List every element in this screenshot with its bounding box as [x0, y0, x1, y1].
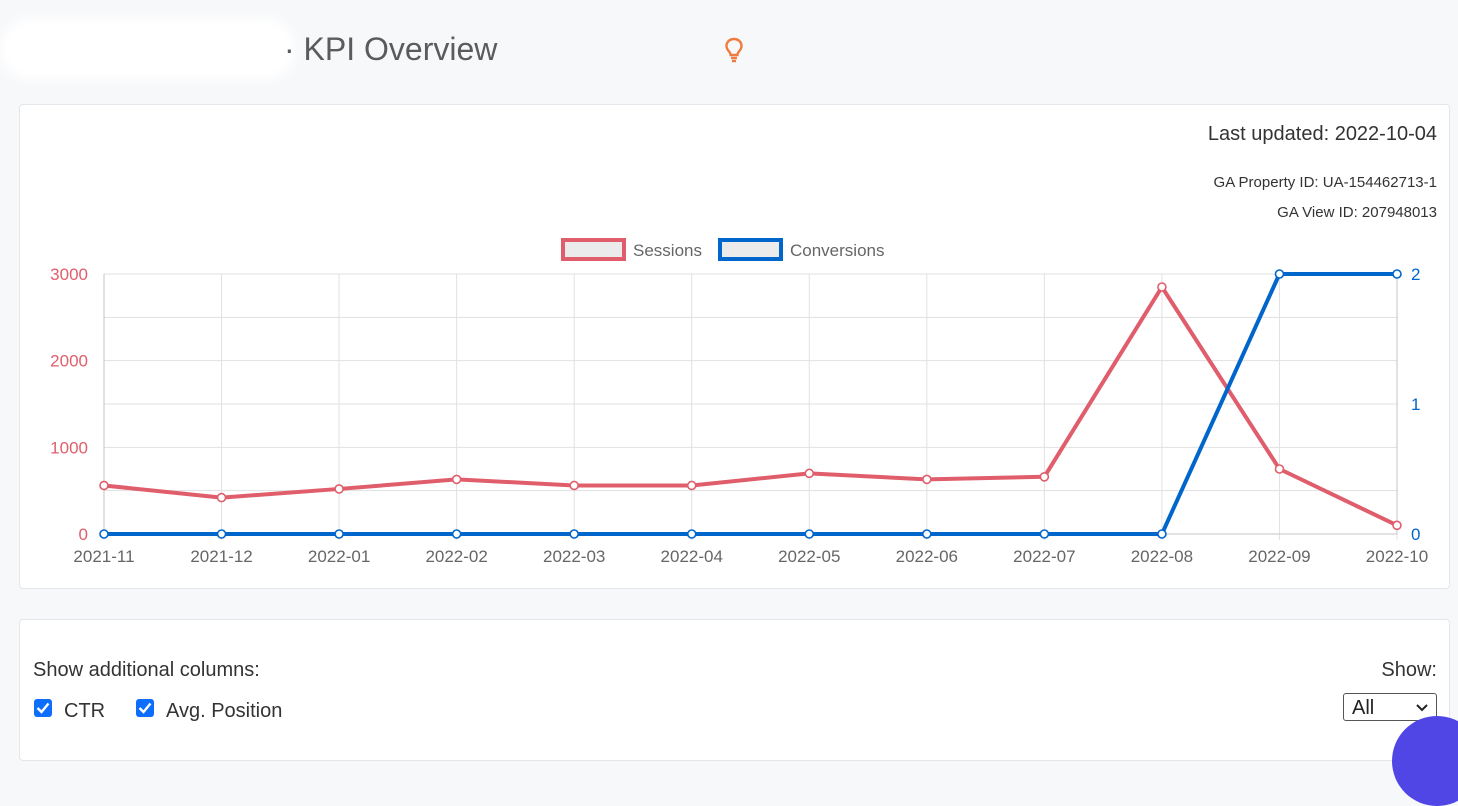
- ctr-label[interactable]: CTR: [64, 700, 105, 723]
- legend-swatch-conversions: [718, 238, 783, 261]
- y-left-tick-label: 0: [79, 525, 88, 544]
- data-point-sessions: [1274, 464, 1285, 474]
- y-right-tick-label: 0: [1411, 525, 1420, 544]
- data-point-conversions: [451, 529, 462, 539]
- data-point-sessions: [569, 480, 579, 491]
- y-right-tick-label: 1: [1411, 395, 1420, 414]
- filters-card: Show additional columns: CTR Avg. Positi…: [19, 619, 1450, 761]
- data-point-conversions: [569, 529, 579, 539]
- data-point-conversions: [1157, 529, 1167, 539]
- x-tick-label: 2022-04: [661, 547, 723, 566]
- x-tick-label: 2022-07: [1013, 547, 1075, 566]
- x-tick-label: 2022-08: [1131, 547, 1193, 566]
- x-tick-label: 2022-09: [1248, 547, 1310, 566]
- x-tick-label: 2022-01: [308, 547, 370, 566]
- data-point-sessions: [99, 480, 109, 491]
- checkmark-icon: [138, 702, 152, 714]
- redacted-site-name: [8, 26, 288, 72]
- data-point-sessions: [1039, 471, 1050, 482]
- data-point-sessions: [216, 492, 227, 503]
- x-tick-label: 2022-10: [1366, 547, 1428, 566]
- data-point-conversions: [334, 529, 344, 539]
- page-title: · KPI Overview: [284, 31, 498, 67]
- data-point-conversions: [804, 529, 815, 539]
- chevron-down-icon: [1416, 704, 1428, 712]
- ctr-checkbox[interactable]: [34, 699, 52, 717]
- x-tick-label: 2021-11: [73, 547, 134, 566]
- series-line-sessions: [103, 285, 1398, 528]
- kpi-chart-card: Last updated: 2022-10-04 GA Property ID:…: [19, 104, 1450, 589]
- data-point-sessions: [334, 484, 344, 494]
- x-tick-label: 2021-12: [190, 547, 252, 566]
- y-left-tick-label: 2000: [50, 352, 88, 371]
- legend-label-sessions: Sessions: [633, 241, 702, 260]
- avg-position-label[interactable]: Avg. Position: [166, 700, 282, 723]
- data-point-conversions: [99, 529, 109, 539]
- legend-label-conversions: Conversions: [790, 241, 885, 260]
- x-tick-label: 2022-06: [896, 547, 958, 566]
- show-label: Show:: [1381, 659, 1437, 681]
- data-point-sessions: [922, 474, 932, 485]
- data-point-sessions: [804, 468, 815, 479]
- data-point-conversions: [686, 529, 697, 539]
- data-point-sessions: [451, 474, 462, 485]
- data-point-conversions: [1274, 269, 1285, 279]
- data-point-conversions: [1039, 529, 1050, 539]
- legend-swatch-sessions: [561, 238, 626, 261]
- data-point-sessions: [686, 480, 697, 491]
- x-tick-label: 2022-02: [425, 547, 487, 566]
- checkmark-icon: [36, 702, 50, 714]
- data-point-conversions: [216, 529, 227, 539]
- data-point-conversions: [922, 529, 932, 539]
- data-point-conversions: [1392, 269, 1402, 279]
- data-point-sessions: [1157, 282, 1167, 292]
- y-left-tick-label: 1000: [50, 438, 88, 457]
- x-tick-label: 2022-03: [543, 547, 605, 566]
- kpi-line-chart: 0 1000 2000 3000 0 1 2 2021-11 2021-12 2022-01 202…: [50, 238, 1428, 566]
- show-columns-label: Show additional columns:: [33, 659, 260, 681]
- lightbulb-icon[interactable]: [722, 36, 746, 64]
- y-left-tick-label: 3000: [50, 265, 88, 284]
- data-point-sessions: [1392, 520, 1402, 531]
- show-select[interactable]: All: [1343, 693, 1437, 721]
- show-select-value: All: [1352, 697, 1375, 719]
- x-tick-label: 2022-05: [778, 547, 840, 566]
- avg-position-checkbox[interactable]: [136, 699, 154, 717]
- page-header: · KPI Overview: [0, 0, 1458, 100]
- y-right-tick-label: 2: [1411, 265, 1420, 284]
